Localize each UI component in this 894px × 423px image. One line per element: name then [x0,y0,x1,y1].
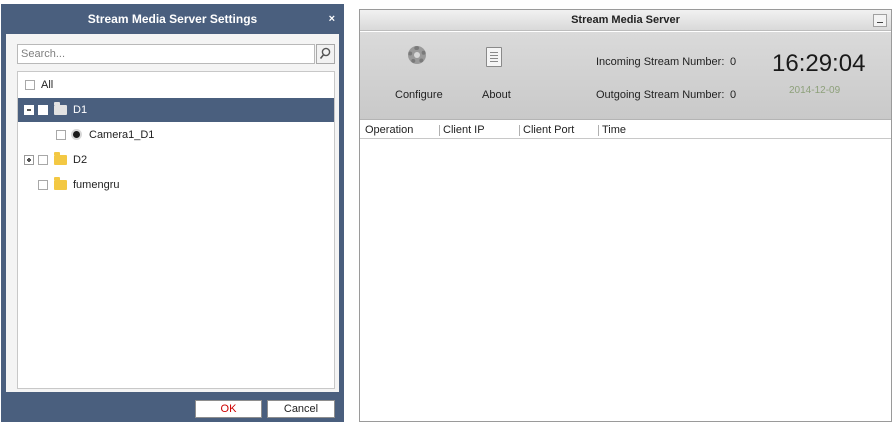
tree-item-fumengru[interactable]: fumengru [18,173,334,197]
search-input[interactable]: Search... [17,44,315,64]
column-separator [598,125,599,136]
search-icon [319,47,331,60]
document-icon [486,47,502,67]
column-client-port[interactable]: Client Port [523,121,574,139]
column-operation[interactable]: Operation [365,121,413,139]
folder-icon [54,152,67,165]
column-separator [439,125,440,136]
toolbar: Configure About Incoming Stream Number: … [360,32,891,120]
settings-dialog: Stream Media Server Settings × Search...… [1,4,344,422]
folder-icon [54,177,67,190]
tree-item-label: D1 [73,104,88,116]
cancel-button[interactable]: Cancel [267,400,335,418]
column-client-ip[interactable]: Client IP [443,121,485,139]
clock-date: 2014-12-09 [789,85,841,96]
search-button[interactable] [316,44,335,64]
close-button[interactable]: × [329,4,335,34]
tree-item-label: D2 [73,154,88,166]
window-title: Stream Media Server [360,10,891,31]
connections-table-header: Operation Client IP Client Port Time [360,121,891,139]
folder-icon [54,102,67,115]
incoming-stream-value: 0 [730,56,737,68]
column-time[interactable]: Time [602,121,626,139]
checkbox[interactable] [38,155,48,165]
tree-item-d2[interactable]: D2 [18,148,334,172]
ok-button[interactable]: OK [195,400,262,418]
clock-time: 16:29:04 [772,50,866,77]
tree-item-label: fumengru [73,179,120,191]
checkbox[interactable] [25,80,35,90]
checkbox[interactable] [56,130,66,140]
outgoing-stream-label: Outgoing Stream Number: [596,89,725,101]
outgoing-stream-value: 0 [730,89,737,101]
configure-label: Configure [395,89,443,101]
incoming-stream-label: Incoming Stream Number: [596,56,725,68]
expand-icon[interactable] [24,155,34,165]
dialog-title: Stream Media Server Settings [87,12,258,26]
column-separator [519,125,520,136]
tree-item-label: Camera1_D1 [89,129,155,141]
collapse-icon[interactable] [24,105,34,115]
camera-icon [71,129,82,140]
tree-item-all[interactable]: All [18,73,334,97]
gear-icon [408,46,426,64]
configure-button[interactable]: Configure [390,44,450,104]
about-label: About [482,89,511,101]
dialog-body: Search... All D1 Camera1_D1 D2 fumengru [6,34,339,392]
checkbox[interactable] [38,105,48,115]
checkbox[interactable] [38,180,48,190]
tree-item-camera1-d1[interactable]: Camera1_D1 [18,123,334,147]
tree-item-d1[interactable]: D1 [18,98,334,122]
device-tree: All D1 Camera1_D1 D2 fumengru [17,71,335,389]
connections-table-body [360,140,891,421]
stream-media-server-window: Stream Media Server Configure About Inco… [359,9,892,422]
minimize-button[interactable] [873,14,887,27]
about-button[interactable]: About [470,44,520,104]
tree-item-label: All [41,79,54,91]
